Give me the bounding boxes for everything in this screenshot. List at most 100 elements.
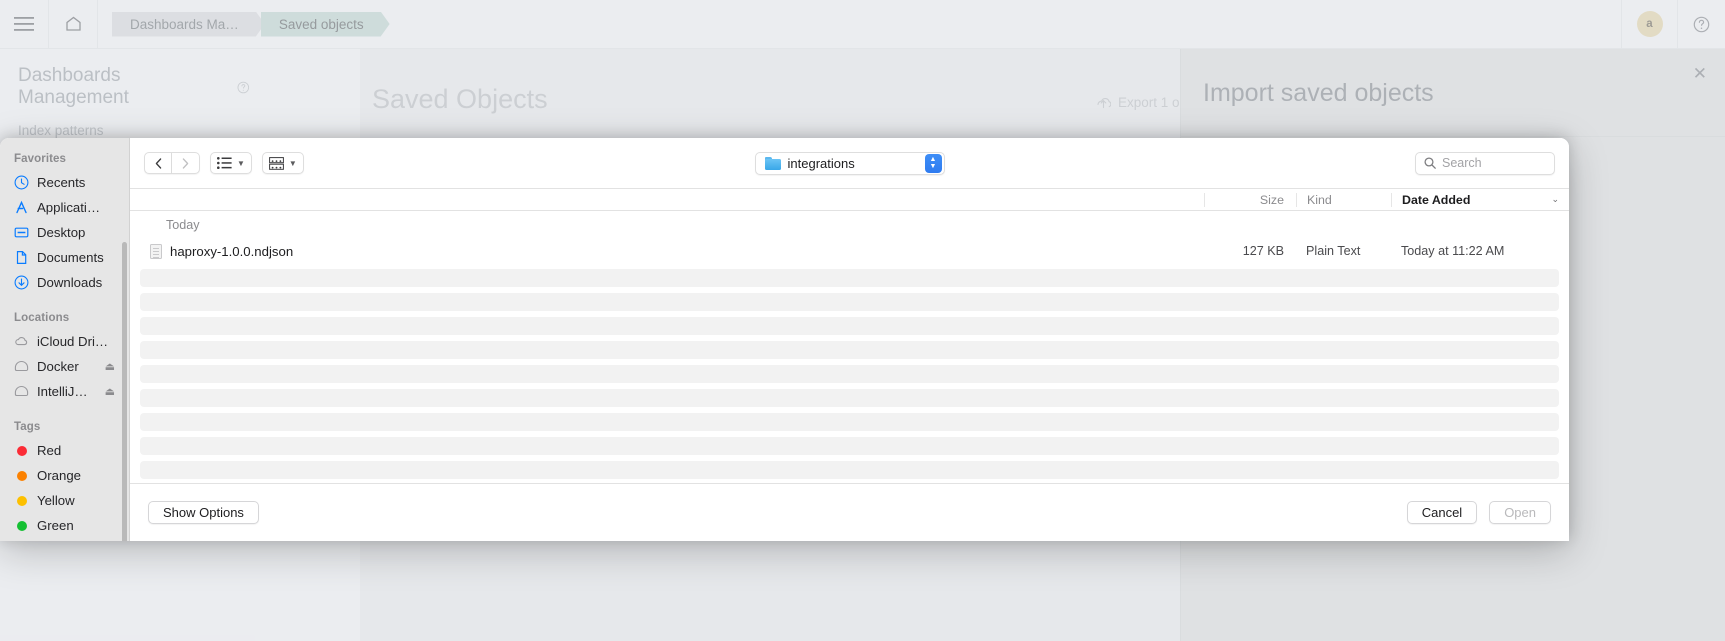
search-placeholder: Search [1442, 156, 1482, 170]
sidebar-item-label: Docker [37, 359, 79, 374]
list-view-button[interactable]: ▼ [210, 152, 252, 174]
path-stepper-icon[interactable]: ▲ ▼ [924, 153, 942, 173]
sidebar-section-heading: Tags [14, 421, 41, 433]
eject-icon[interactable]: ⏏ [105, 360, 121, 373]
sidebar-item-index-patterns[interactable]: Index patterns [18, 123, 250, 138]
file-dialog-main: ▼ ▼ integrations ▲ ▼ Search Size Kind Da… [130, 138, 1569, 541]
sidebar-item-tag-green[interactable]: Green [0, 513, 129, 538]
folder-icon [764, 156, 781, 170]
file-dialog-footer: Show Options Cancel Open [130, 483, 1569, 541]
footer-actions: Cancel Open [1406, 501, 1551, 524]
sidebar-item-icloud-drive[interactable]: iCloud Dri… [0, 329, 129, 354]
tag-dot-icon [14, 468, 29, 483]
chevron-right-icon [182, 157, 189, 169]
group-view-icon [269, 156, 284, 170]
sidebar-item-label: Green [37, 518, 74, 533]
path-selector[interactable]: integrations ▲ ▼ [754, 151, 945, 175]
sidebar-item-label: Recents [37, 175, 86, 190]
column-header-size[interactable]: Size [1204, 192, 1296, 207]
forward-button[interactable] [172, 152, 200, 174]
breadcrumb-item-saved-objects[interactable]: Saved objects [261, 12, 390, 37]
sidebar-item-tag-blue[interactable]: Blue [0, 538, 129, 541]
help-icon[interactable] [1677, 0, 1725, 48]
sidebar-item-tag-yellow[interactable]: Yellow [0, 488, 129, 513]
document-icon [14, 250, 29, 265]
placeholder-row [140, 317, 1559, 335]
sidebar-scrollbar[interactable] [122, 242, 127, 541]
file-table-header: Size Kind Date Added ⌄ [130, 188, 1569, 211]
cancel-button[interactable]: Cancel [1406, 501, 1478, 524]
sidebar-item-label: Yellow [37, 493, 75, 508]
file-open-dialog: Favorites Recents Applicati… Desktop Doc… [0, 138, 1569, 541]
open-button[interactable]: Open [1489, 501, 1551, 524]
navigation-buttons [144, 152, 200, 174]
chevron-left-icon [155, 157, 161, 169]
file-list[interactable]: Today haproxy-1.0.0.ndjson 127 KB Plain … [130, 211, 1569, 483]
tag-dot-icon [14, 518, 29, 533]
flyout-title: Import saved objects [1203, 79, 1434, 107]
column-header-label: Date Added [1402, 192, 1471, 207]
chevron-down-icon: ▼ [237, 158, 245, 168]
sidebar-item-label: IntelliJ… [37, 384, 88, 399]
file-date: Today at 11:22 AM [1401, 244, 1505, 258]
sidebar-section-heading: Favorites [14, 153, 67, 165]
avatar[interactable]: a [1621, 0, 1677, 48]
sidebar-item-label: iCloud Dri… [37, 334, 109, 349]
sidebar-item-applications[interactable]: Applicati… [0, 195, 129, 220]
breadcrumb-label: Dashboards Ma… [130, 16, 239, 32]
placeholder-row [140, 389, 1559, 407]
desktop-icon [14, 225, 29, 240]
drive-icon [14, 359, 29, 374]
sidebar-item-label: Orange [37, 468, 81, 483]
show-options-button[interactable]: Show Options [148, 501, 259, 524]
drive-icon [14, 384, 29, 399]
screen: Dashboards Ma… Saved objects a Dashboard… [0, 0, 1725, 641]
placeholder-row [140, 413, 1559, 431]
top-nav-right: a [1621, 0, 1725, 48]
breadcrumb-item-dashboards-management[interactable]: Dashboards Ma… [112, 12, 265, 37]
export-icon [1097, 98, 1111, 109]
file-name-cell: haproxy-1.0.0.ndjson [130, 243, 1204, 259]
tag-dot-icon [14, 443, 29, 458]
placeholder-row [140, 341, 1559, 359]
info-icon [237, 81, 250, 93]
sidebar-item-documents[interactable]: Documents [0, 245, 129, 270]
group-view-button[interactable]: ▼ [261, 152, 304, 174]
sidebar-item-label: Downloads [37, 275, 103, 290]
sidebar-item-docker[interactable]: Docker ⏏ [0, 354, 129, 379]
downloads-icon [14, 275, 29, 290]
sidebar-section-heading: Locations [14, 312, 70, 324]
document-icon [150, 243, 162, 259]
file-dialog-toolbar: ▼ ▼ integrations ▲ ▼ Search [130, 138, 1569, 188]
export-button[interactable]: Export 1 obj [1096, 95, 1190, 110]
search-field[interactable]: Search [1415, 151, 1555, 175]
column-header-kind[interactable]: Kind [1296, 192, 1391, 207]
placeholder-rows [130, 269, 1569, 483]
placeholder-row [140, 293, 1559, 311]
sidebar-item-label: Documents [37, 250, 104, 265]
eject-icon[interactable]: ⏏ [105, 385, 121, 398]
sidebar-item-tag-red[interactable]: Red [0, 438, 129, 463]
home-icon[interactable] [49, 0, 97, 48]
divider [97, 0, 98, 48]
table-row[interactable]: haproxy-1.0.0.ndjson 127 KB Plain Text T… [130, 239, 1569, 263]
sidebar-item-desktop[interactable]: Desktop [0, 220, 129, 245]
placeholder-row [140, 365, 1559, 383]
avatar-initial: a [1636, 11, 1663, 37]
back-button[interactable] [144, 152, 172, 174]
sidebar-item-recents[interactable]: Recents [0, 170, 129, 195]
sidebar-item-downloads[interactable]: Downloads [0, 270, 129, 295]
hamburger-menu-icon[interactable] [0, 0, 48, 48]
sidebar-item-intellij[interactable]: IntelliJ… ⏏ [0, 379, 129, 404]
close-icon[interactable]: ✕ [1693, 64, 1707, 84]
file-size: 127 KB [1242, 244, 1284, 258]
tag-dot-icon [14, 493, 29, 508]
column-header-date-added[interactable]: Date Added ⌄ [1391, 192, 1569, 207]
sidebar-item-label: Red [37, 443, 62, 458]
sidebar-item-tag-orange[interactable]: Orange [0, 463, 129, 488]
sidebar-item-label: Applicati… [37, 200, 101, 215]
placeholder-row [140, 461, 1559, 479]
list-view-icon [217, 157, 232, 169]
cloud-icon [14, 334, 29, 349]
file-group-header: Today [130, 211, 1569, 239]
